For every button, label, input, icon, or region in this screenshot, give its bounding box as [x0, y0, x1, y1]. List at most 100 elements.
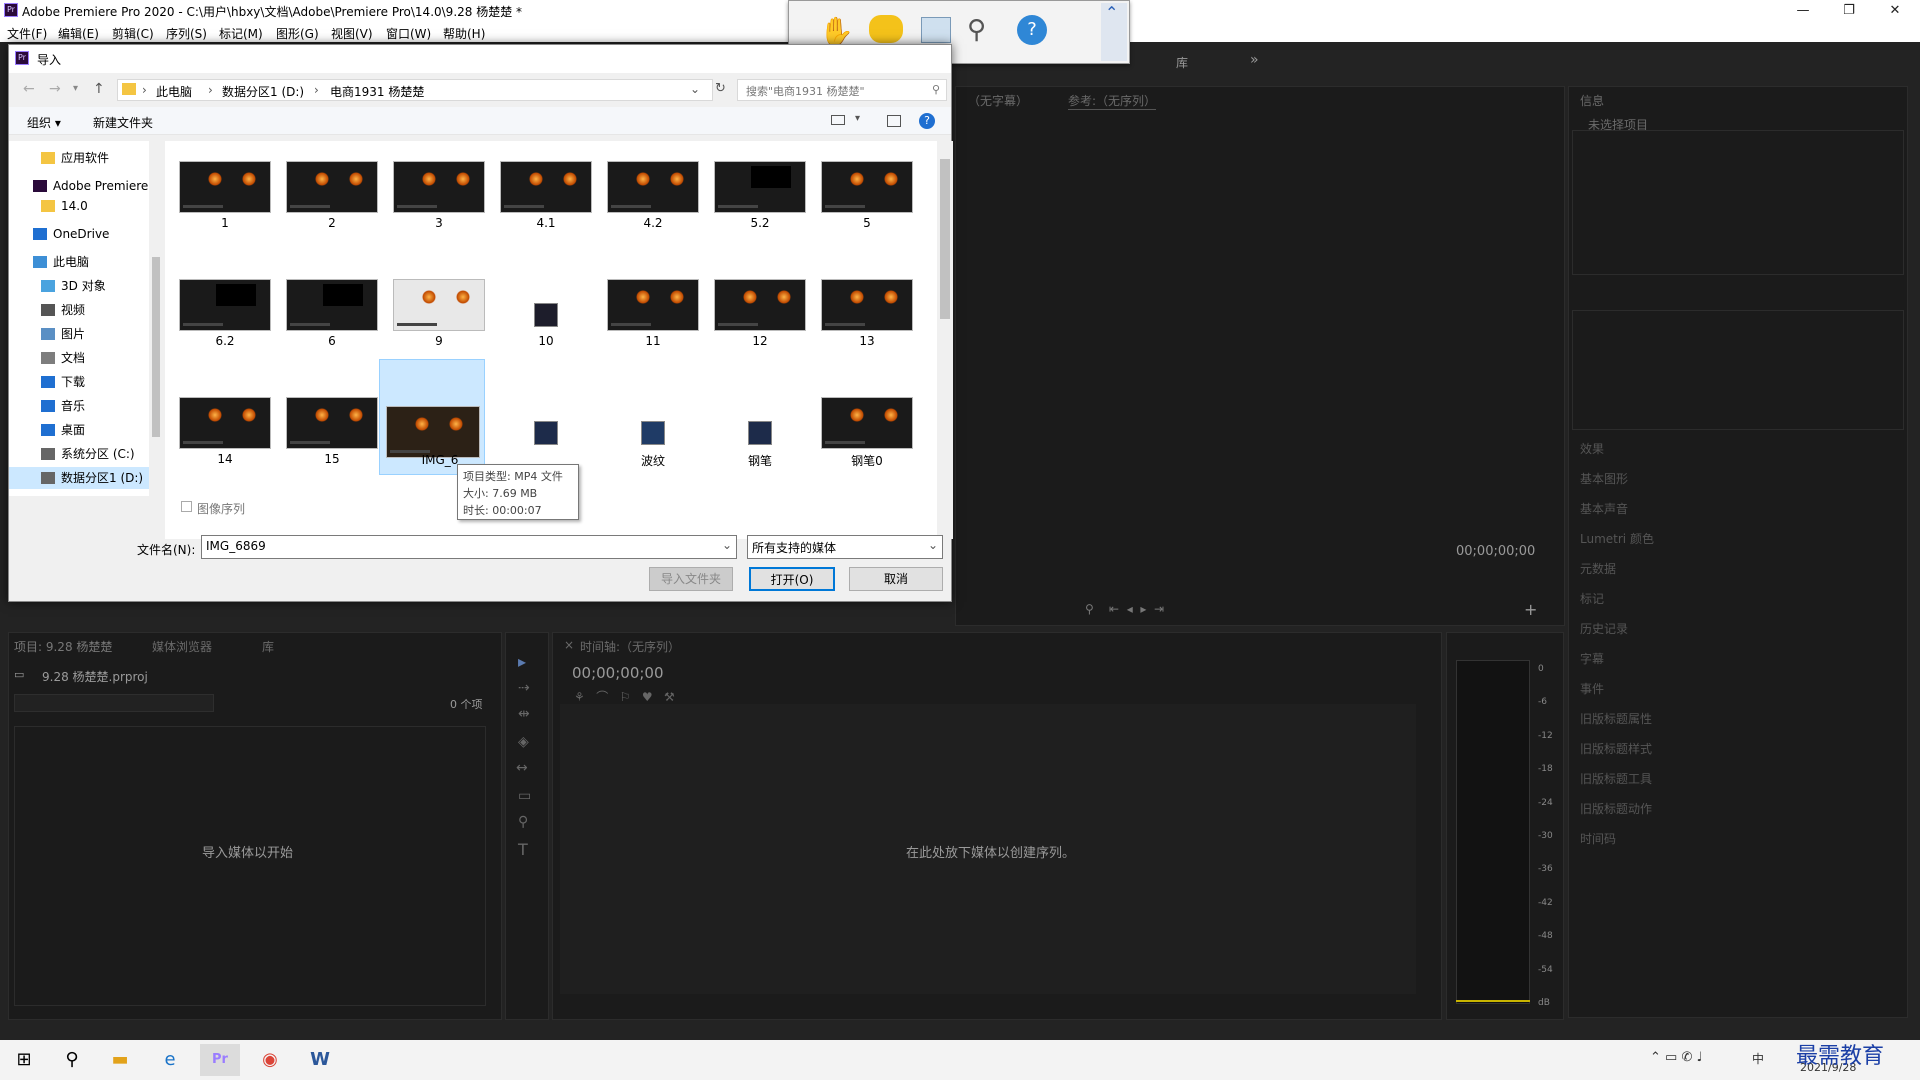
import-folder-button[interactable]: 导入文件夹	[649, 567, 733, 591]
find-icon[interactable]: ⚲	[967, 15, 986, 45]
menu-help[interactable]: 帮助(H)	[443, 25, 485, 42]
menu-clip[interactable]: 剪辑(C)	[112, 25, 154, 42]
panel-list-item[interactable]: 字幕	[1580, 650, 1604, 667]
chevron-up-icon[interactable]: ⌃	[1105, 3, 1118, 22]
nav-item[interactable]: 文档	[9, 347, 149, 369]
search-input[interactable]: 搜索"电商1931 杨楚楚" ⚲	[737, 79, 947, 101]
maximize-button[interactable]: ❐	[1826, 0, 1872, 22]
file-tile[interactable]: 3	[379, 123, 485, 239]
panel-list-item[interactable]: 效果	[1580, 440, 1604, 457]
file-tile[interactable]: 15	[272, 359, 378, 475]
nav-item[interactable]: 数据分区1 (D:)	[9, 467, 149, 489]
nav-item[interactable]: 系统分区 (C:)	[9, 443, 149, 465]
refresh-icon[interactable]: ↻	[715, 81, 726, 96]
open-button[interactable]: 打开(O)	[749, 567, 835, 591]
panel-list-item[interactable]: 旧版标题属性	[1580, 710, 1652, 727]
reference-tab[interactable]: 参考:（无序列）	[1068, 92, 1157, 110]
file-tile[interactable]: 波纹	[593, 359, 699, 475]
chevron-down-icon[interactable]: ⌄	[928, 538, 938, 552]
breadcrumb-folder[interactable]: 电商1931 杨楚楚	[330, 83, 424, 100]
new-folder-button[interactable]: 新建文件夹	[93, 114, 153, 131]
panel-list-item[interactable]: 历史记录	[1580, 620, 1628, 637]
library-panel-tab[interactable]: 库	[262, 638, 274, 655]
file-tile[interactable]: 5.2	[700, 123, 806, 239]
cancel-button[interactable]: 取消	[849, 567, 943, 591]
transport-controls[interactable]: ⚲ ⇤ ◂ ▸ ⇥	[1085, 602, 1285, 616]
chrome-icon[interactable]: ◉	[250, 1044, 290, 1076]
breadcrumb-drive[interactable]: 数据分区1 (D:)	[222, 83, 304, 100]
edge-icon[interactable]: e	[150, 1044, 190, 1076]
menu-window[interactable]: 窗口(W)	[386, 25, 431, 42]
project-search-input[interactable]	[14, 694, 214, 712]
panel-list-item[interactable]: 旧版标题动作	[1580, 800, 1652, 817]
file-explorer-icon[interactable]: ▬	[100, 1044, 140, 1076]
file-tile[interactable]: 10	[486, 241, 592, 357]
breadcrumb-this-pc[interactable]: 此电脑	[156, 83, 192, 100]
help-icon[interactable]: ?	[919, 113, 935, 129]
forward-icon[interactable]: →	[49, 81, 61, 97]
ripple-edit-tool-icon[interactable]: ⇹	[518, 706, 530, 722]
type-tool-icon[interactable]: T	[518, 840, 528, 859]
file-tile[interactable]: 5	[807, 123, 913, 239]
organize-button[interactable]: 组织 ▾	[27, 114, 61, 131]
menu-sequence[interactable]: 序列(S)	[166, 25, 207, 42]
media-browser-tab[interactable]: 媒体浏览器	[152, 638, 212, 655]
file-scrollbar[interactable]	[937, 141, 953, 539]
nav-item[interactable]: 14.0	[9, 195, 149, 217]
nav-item[interactable]: 视频	[9, 299, 149, 321]
program-timecode[interactable]: 00;00;00;00	[1456, 544, 1535, 559]
add-button-icon[interactable]: +	[1524, 600, 1537, 619]
menu-edit[interactable]: 编辑(E)	[58, 25, 99, 42]
project-bin-area[interactable]	[14, 726, 486, 1006]
chevron-down-icon[interactable]: ⌄	[690, 82, 700, 96]
nav-item[interactable]: 图片	[9, 323, 149, 345]
file-tile[interactable]: 4.2	[593, 123, 699, 239]
search-icon[interactable]: ⚲	[52, 1044, 92, 1076]
close-button[interactable]: ✕	[1872, 0, 1918, 22]
file-tile[interactable]: 9	[379, 241, 485, 357]
filename-field[interactable]: IMG_6869 ⌄	[201, 535, 737, 559]
selection-tool-icon[interactable]: ▸	[518, 652, 526, 671]
nav-item[interactable]: OneDrive	[9, 223, 149, 245]
panel-list-item[interactable]: Lumetri 颜色	[1580, 530, 1654, 547]
timeline-tab[interactable]: 时间轴:（无序列）	[580, 638, 680, 655]
file-tile[interactable]	[486, 359, 592, 475]
comment-icon[interactable]	[869, 15, 903, 43]
minimize-button[interactable]: —	[1780, 0, 1826, 22]
nav-scroll-thumb[interactable]	[152, 257, 160, 437]
file-tile[interactable]: 4.1	[486, 123, 592, 239]
nav-item[interactable]: 桌面	[9, 419, 149, 441]
panel-list-item[interactable]: 标记	[1580, 590, 1604, 607]
timeline-timecode[interactable]: 00;00;00;00	[572, 664, 664, 682]
panel-list-item[interactable]: 基本声音	[1580, 500, 1628, 517]
file-tile[interactable]: 钢笔0	[807, 359, 913, 475]
rectangle-tool-icon[interactable]: ▭	[518, 788, 531, 804]
address-bar[interactable]: › 此电脑 › 数据分区1 (D:) › 电商1931 杨楚楚 ⌄	[117, 79, 713, 101]
menu-view[interactable]: 视图(V)	[331, 25, 373, 42]
premiere-taskbar-icon[interactable]: Pr	[200, 1044, 240, 1076]
image-sequence-checkbox[interactable]	[181, 501, 192, 512]
project-tab[interactable]: 项目: 9.28 杨楚楚	[14, 638, 112, 655]
nav-item[interactable]: 此电脑	[9, 251, 149, 273]
more-workspaces-icon[interactable]: »	[1250, 52, 1259, 68]
word-icon[interactable]: W	[300, 1044, 340, 1076]
up-icon[interactable]: ↑	[93, 81, 105, 97]
zoom-tool-icon[interactable]: ⚲	[518, 814, 528, 830]
file-tile[interactable]: IMG_6	[379, 359, 485, 475]
file-tile[interactable]: 钢笔	[700, 359, 806, 475]
history-chevron-icon[interactable]: ▾	[73, 83, 78, 94]
file-scroll-thumb[interactable]	[940, 159, 950, 319]
file-type-filter[interactable]: 所有支持的媒体 ⌄	[747, 535, 943, 559]
export-icon[interactable]	[921, 17, 951, 43]
file-tile[interactable]: 6.2	[165, 241, 271, 357]
nav-item[interactable]: 3D 对象	[9, 275, 149, 297]
track-select-tool-icon[interactable]: ⇢	[518, 680, 530, 696]
panel-list-item[interactable]: 时间码	[1580, 830, 1616, 847]
file-tile[interactable]: 13	[807, 241, 913, 357]
start-icon[interactable]: ⊞	[4, 1044, 44, 1076]
nav-item[interactable]: 下载	[9, 371, 149, 393]
panel-list-item[interactable]: 元数据	[1580, 560, 1616, 577]
ime-indicator[interactable]: 中	[1752, 1050, 1764, 1067]
nav-item[interactable]: Adobe Premiere	[9, 175, 149, 197]
menu-marker[interactable]: 标记(M)	[219, 25, 263, 42]
